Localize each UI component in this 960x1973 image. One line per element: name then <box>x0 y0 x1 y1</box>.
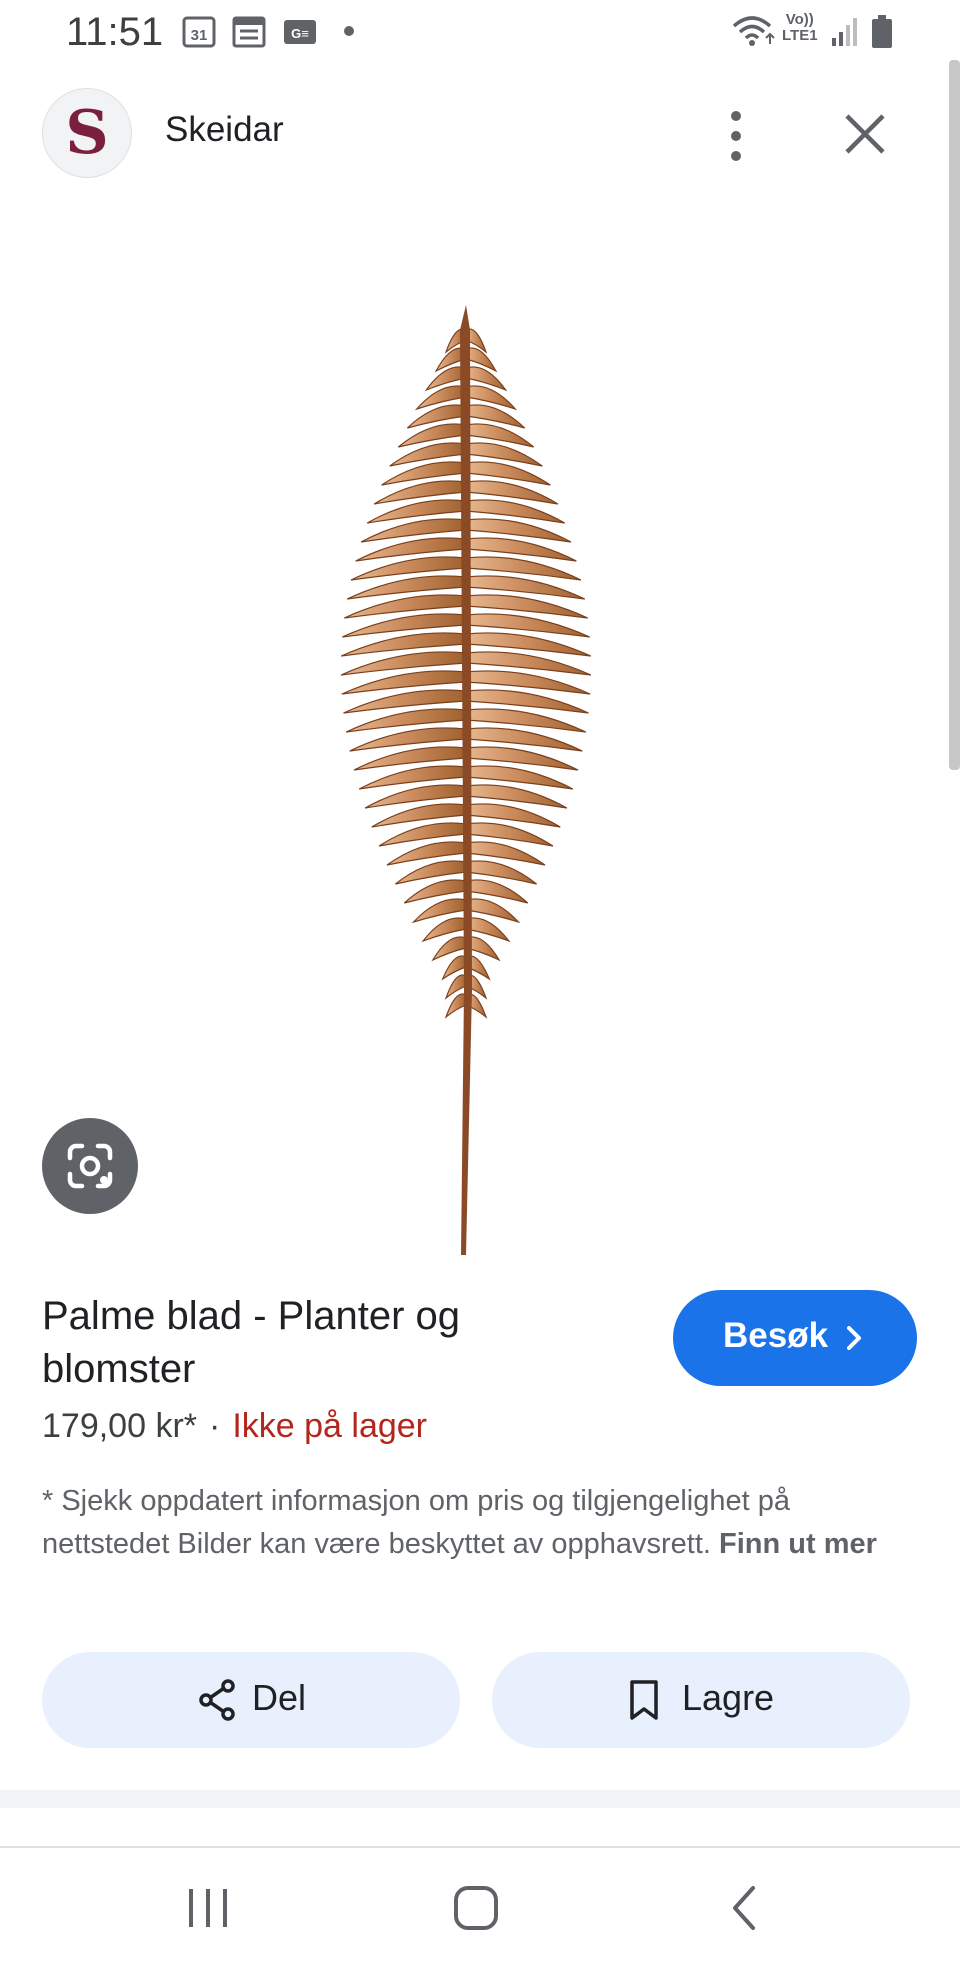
recent-apps-icon[interactable] <box>185 1883 231 1938</box>
fern-leaf-image <box>340 305 592 1255</box>
back-icon[interactable] <box>725 1883 765 1938</box>
price-separator: · <box>209 1407 221 1445</box>
learn-more-link[interactable]: Finn ut mer <box>719 1528 877 1560</box>
wifi-icon <box>732 14 776 55</box>
navigation-bar <box>0 1848 960 1973</box>
section-divider <box>0 1790 960 1808</box>
status-bar: 11:51 31 G≡ Vo)) LTE1 <box>0 0 960 64</box>
battery-icon <box>870 14 894 55</box>
site-logo-letter: S <box>65 98 109 168</box>
bookmark-icon <box>627 1678 661 1727</box>
fern-leaflet <box>444 993 467 1019</box>
product-title[interactable]: Palme blad - Planter og blomster <box>42 1290 602 1396</box>
save-label: Lagre <box>682 1677 775 1718</box>
site-name[interactable]: Skeidar <box>165 110 284 150</box>
home-icon[interactable] <box>452 1883 502 1938</box>
close-icon <box>845 114 885 154</box>
calendar-grid-icon <box>232 14 266 53</box>
chevron-right-icon <box>843 1320 865 1361</box>
price: 179,00 kr* <box>42 1407 197 1445</box>
lens-button[interactable] <box>42 1118 138 1214</box>
more-options-button[interactable] <box>706 106 766 166</box>
share-icon <box>197 1678 237 1727</box>
lens-search-icon <box>67 1143 113 1189</box>
svg-text:G≡: G≡ <box>291 26 309 41</box>
calendar-icon: 31 <box>182 14 216 53</box>
disclaimer-text: * Sjekk oppdatert informasjon om pris og… <box>42 1485 790 1560</box>
site-avatar[interactable]: S <box>42 88 132 178</box>
visit-button[interactable]: Besøk <box>673 1290 917 1386</box>
status-time: 11:51 <box>66 10 164 54</box>
calendar-day: 31 <box>191 27 208 44</box>
save-button[interactable]: Lagre <box>492 1652 910 1748</box>
share-button[interactable]: Del <box>42 1652 460 1748</box>
share-label: Del <box>252 1677 307 1718</box>
network-bottom: LTE1 <box>782 27 818 44</box>
signal-icon <box>830 14 860 53</box>
gallery-icon: G≡ <box>282 14 318 53</box>
notification-dot-icon <box>344 26 354 36</box>
visit-label: Besøk <box>723 1316 829 1355</box>
network-type: Vo)) LTE1 <box>782 12 818 44</box>
network-top: Vo)) <box>785 11 814 28</box>
stock-status: Ikke på lager <box>232 1407 427 1445</box>
price-row: 179,00 kr* · Ikke på lager <box>42 1407 427 1446</box>
scrollbar[interactable] <box>949 60 960 770</box>
disclaimer: * Sjekk oppdatert informasjon om pris og… <box>42 1480 922 1566</box>
close-button[interactable] <box>835 104 895 164</box>
product-image[interactable] <box>280 290 620 1260</box>
more-vert-icon <box>731 111 741 161</box>
header: S Skeidar <box>0 86 960 186</box>
